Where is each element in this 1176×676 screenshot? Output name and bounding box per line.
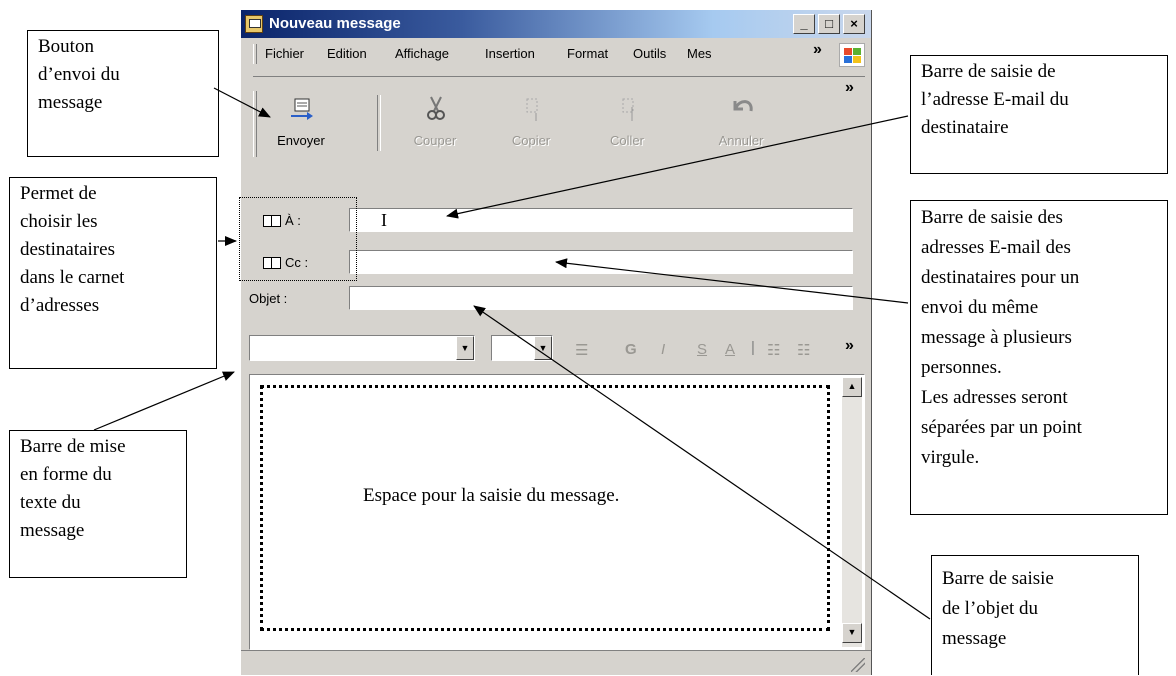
toolbar-separator: |	[751, 339, 755, 356]
new-message-icon	[245, 15, 263, 33]
callout-send-button: Bouton d’envoi du message	[27, 30, 219, 157]
callout-to-field: Barre de saisie de l’adresse E-mail du d…	[910, 55, 1168, 174]
cut-button[interactable]: Couper	[391, 87, 479, 157]
copy-button[interactable]: Copier	[487, 87, 575, 157]
callout-cc-field: Barre de saisie des adresses E-mail des …	[910, 200, 1168, 515]
underline-icon[interactable]: S	[697, 341, 707, 358]
callout-line: Les adresses seront	[921, 387, 1068, 408]
callout-line: envoi du même	[921, 297, 1039, 318]
message-body-area[interactable]: Espace pour la saisie du message. ▲ ▼	[249, 374, 865, 650]
callout-line: personnes.	[921, 357, 1002, 378]
cc-field[interactable]	[349, 250, 853, 274]
callout-line: d’adresses	[20, 295, 100, 316]
text-cursor-icon: I	[381, 210, 387, 230]
callout-line: Barre de mise	[20, 436, 126, 457]
callout-line: virgule.	[921, 447, 980, 468]
font-select[interactable]: ▼	[249, 335, 475, 361]
font-color-icon[interactable]: A	[725, 341, 735, 358]
callout-line: d’envoi du	[38, 64, 120, 85]
menu-fichier[interactable]: Fichier	[265, 46, 304, 61]
chevron-down-icon[interactable]: ▼	[456, 336, 474, 360]
callout-line: message	[942, 628, 1007, 649]
format-overflow-chevron[interactable]: »	[845, 337, 854, 355]
send-button-label: Envoyer	[277, 133, 325, 148]
undo-button[interactable]: Annuler	[697, 87, 785, 157]
callout-line: Barre de saisie des	[921, 207, 1063, 228]
send-icon	[291, 98, 313, 120]
paste-button-label: Coller	[610, 133, 644, 148]
callout-address-book: Permet de choisir les destinataires dans…	[9, 177, 217, 369]
title-bar[interactable]: Nouveau message _ □ ×	[241, 10, 871, 38]
callout-line: message	[20, 520, 85, 541]
menu-insertion[interactable]: Insertion	[485, 46, 535, 61]
status-bar	[241, 650, 871, 676]
callout-line: Barre de saisie de	[921, 61, 1056, 82]
menu-outils[interactable]: Outils	[633, 46, 666, 61]
menu-bar: Fichier Edition Affichage Insertion Form…	[241, 38, 871, 68]
callout-line: de l’objet du	[942, 598, 1039, 619]
message-body-frame: Espace pour la saisie du message.	[260, 385, 830, 631]
subject-field[interactable]	[349, 286, 853, 310]
bullet-list-icon[interactable]: ☷	[797, 341, 810, 359]
italic-icon[interactable]: I	[661, 341, 665, 358]
callout-line: Barre de saisie	[942, 568, 1054, 589]
callout-format-bar: Barre de mise en forme du texte du messa…	[9, 430, 187, 578]
message-window: Nouveau message _ □ × Fichier Edition Af…	[240, 10, 872, 675]
menu-affichage[interactable]: Affichage	[395, 46, 449, 61]
callout-line: choisir les	[20, 211, 98, 232]
callout-line: destinataires	[20, 239, 115, 260]
resize-grip-icon[interactable]	[851, 658, 865, 672]
callout-line: destinataires pour un	[921, 267, 1080, 288]
menu-format[interactable]: Format	[567, 46, 608, 61]
callout-line: l’adresse E-mail du	[921, 89, 1069, 110]
bold-icon[interactable]: G	[625, 341, 637, 358]
undo-button-label: Annuler	[718, 133, 764, 148]
copy-button-label: Copier	[511, 133, 551, 148]
maximize-button[interactable]: □	[818, 14, 840, 34]
close-button[interactable]: ×	[843, 14, 865, 34]
subject-label: Objet :	[249, 291, 288, 306]
callout-line: texte du	[20, 492, 81, 513]
undo-icon	[733, 100, 753, 112]
toolbar-overflow-chevron[interactable]: »	[845, 79, 854, 97]
windows-logo-icon	[839, 43, 865, 67]
message-body-text: Espace pour la saisie du message.	[363, 485, 620, 506]
paragraph-style-icon[interactable]: ☰	[575, 341, 588, 359]
scissors-icon	[427, 96, 445, 120]
callout-line: séparées par un point	[921, 417, 1082, 438]
cut-button-label: Couper	[413, 133, 457, 148]
send-button[interactable]: Envoyer	[257, 87, 345, 157]
paste-icon	[622, 98, 634, 121]
paste-button[interactable]: Coller	[583, 87, 671, 157]
menu-edition[interactable]: Edition	[327, 46, 367, 61]
font-size-select[interactable]: ▼	[491, 335, 553, 361]
formatting-toolbar: ▼ ▼ ☰ G I S A | ☷ ☷ »	[241, 335, 871, 369]
copy-icon	[526, 98, 538, 121]
callout-line: adresses E-mail des	[921, 237, 1071, 258]
callout-line: Permet de	[20, 183, 97, 204]
minimize-button[interactable]: _	[793, 14, 815, 34]
vertical-scrollbar[interactable]: ▲ ▼	[842, 377, 862, 647]
callout-subject-field: Barre de saisie de l’objet du message	[931, 555, 1139, 675]
window-title: Nouveau message	[269, 15, 401, 32]
callout-line: destinataire	[921, 117, 1009, 138]
callout-line: message à plusieurs	[921, 327, 1072, 348]
callout-line: dans le carnet	[20, 267, 125, 288]
callout-line: message	[38, 92, 103, 113]
scroll-down-icon[interactable]: ▼	[842, 623, 862, 643]
standard-toolbar: Envoyer Couper Copier Coller Annuler »	[253, 76, 865, 173]
numbered-list-icon[interactable]: ☷	[767, 341, 780, 359]
chevron-down-icon[interactable]: ▼	[534, 336, 552, 360]
callout-line: Bouton	[38, 36, 94, 57]
scroll-up-icon[interactable]: ▲	[842, 377, 862, 397]
toolbar-separator	[377, 95, 381, 151]
address-book-buttons-frame	[239, 197, 357, 281]
callout-line: en forme du	[20, 464, 112, 485]
menu-grip[interactable]	[253, 44, 257, 64]
arrow-format-bar	[93, 371, 235, 431]
menu-messages[interactable]: Mes	[687, 46, 712, 61]
menu-overflow-chevron[interactable]: »	[813, 41, 822, 59]
to-field[interactable]	[349, 208, 853, 232]
subject-row: Objet :	[241, 286, 871, 312]
